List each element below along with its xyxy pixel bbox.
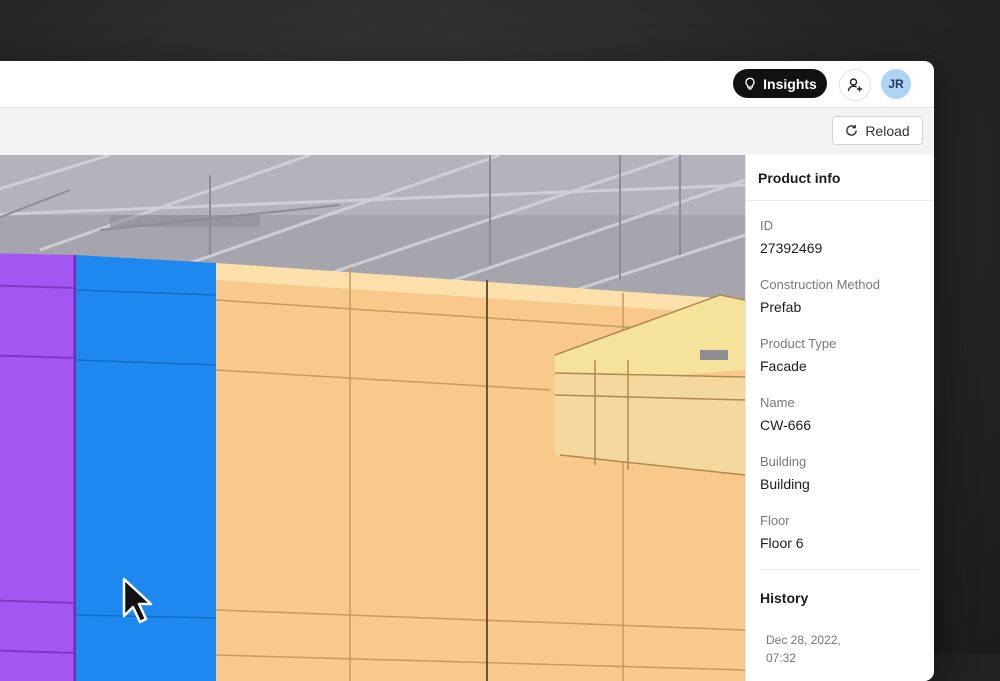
field-value: CW-666: [760, 417, 812, 433]
invite-user-button[interactable]: [839, 69, 871, 101]
product-info-panel: Product info ID 27392469 Construction Me…: [745, 155, 934, 681]
history-title: History: [760, 590, 809, 606]
field-label: Construction Method: [760, 277, 880, 292]
section-divider: [760, 569, 920, 570]
top-bar: Insights JR: [0, 61, 934, 108]
3d-model-viewport[interactable]: [0, 155, 745, 681]
reload-icon: [846, 124, 858, 136]
field-label: ID: [760, 218, 773, 233]
field-value: Building: [760, 476, 810, 492]
field-value: Facade: [760, 358, 807, 374]
add-user-icon: [847, 78, 862, 92]
field-value: 27392469: [760, 240, 823, 256]
insights-button[interactable]: Insights: [733, 69, 827, 98]
field-construction-method: Construction Method Prefab: [760, 277, 880, 315]
app-window: Insights JR Reload Product info ID 27392…: [0, 61, 934, 681]
field-value: Prefab: [760, 299, 802, 315]
field-building: Building Building: [760, 454, 810, 492]
field-id: ID 27392469: [760, 218, 822, 256]
user-avatar[interactable]: JR: [881, 69, 911, 99]
history-entry[interactable]: Dec 28, 2022, 07:32: [766, 631, 866, 667]
field-label: Building: [760, 454, 807, 469]
reload-button[interactable]: Reload: [832, 116, 923, 145]
field-floor: Floor Floor 6: [760, 513, 804, 551]
field-label: Name: [760, 395, 795, 410]
building-model-render: [0, 155, 745, 681]
product-info-title: Product info: [746, 155, 934, 201]
reload-label: Reload: [865, 122, 910, 139]
mouse-cursor-icon: [122, 577, 153, 624]
field-label: Floor: [760, 513, 790, 528]
field-label: Product Type: [760, 336, 837, 351]
insights-label: Insights: [763, 75, 817, 92]
lightbulb-icon: [745, 77, 755, 89]
toolbar: Reload: [0, 108, 934, 156]
field-value: Floor 6: [760, 535, 804, 551]
field-name: Name CW-666: [760, 395, 811, 433]
field-product-type: Product Type Facade: [760, 336, 836, 374]
